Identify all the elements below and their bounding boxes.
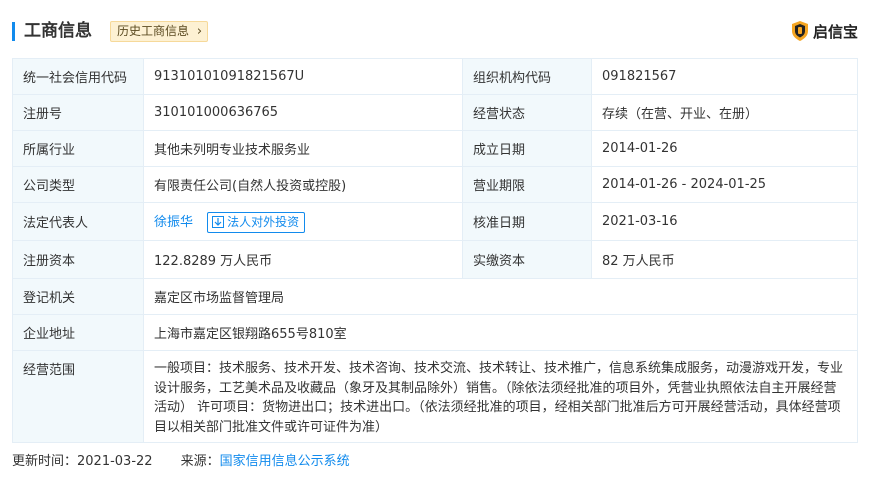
approval-date-label: 核准日期 (462, 202, 592, 241)
paid-capital-value: 82 万人民币 (591, 240, 858, 279)
org-code-value: 091821567 (591, 58, 858, 95)
table-row: 所属行业 其他未列明专业技术服务业 成立日期 2014-01-26 (12, 130, 858, 167)
table-row: 注册资本 122.8289 万人民币 实缴资本 82 万人民币 (12, 240, 858, 279)
paid-capital-label: 实缴资本 (462, 240, 592, 279)
shield-logo-icon (791, 21, 808, 41)
reg-number-label: 注册号 (12, 94, 144, 131)
history-info-button[interactable]: 历史工商信息 › (110, 21, 209, 42)
industry-label: 所属行业 (12, 130, 144, 167)
section-header: 工商信息 历史工商信息 › 启信宝 (12, 18, 858, 46)
operating-status-value: 存续（在营、开业、在册） (591, 94, 858, 131)
company-type-value: 有限责任公司(自然人投资或控股) (143, 166, 463, 203)
address-value: 上海市嘉定区银翔路655号810室 (143, 314, 858, 351)
table-row: 企业地址 上海市嘉定区银翔路655号810室 (12, 314, 858, 351)
company-type-label: 公司类型 (12, 166, 144, 203)
business-scope-label: 经营范围 (12, 350, 144, 443)
business-term-label: 营业期限 (462, 166, 592, 203)
table-row: 登记机关 嘉定区市场监督管理局 (12, 278, 858, 315)
brand-name: 启信宝 (812, 22, 858, 41)
updated-label: 更新时间： (12, 454, 78, 469)
legal-rep-link[interactable]: 徐振华 (154, 215, 193, 230)
table-row: 法定代表人 徐振华 法人对外投资 核准日期 2021-03-16 (12, 202, 858, 241)
founded-date-label: 成立日期 (462, 130, 592, 167)
source-link[interactable]: 国家信用信息公示系统 (220, 454, 350, 469)
operating-status-label: 经营状态 (462, 94, 592, 131)
industry-value: 其他未列明专业技术服务业 (143, 130, 463, 167)
founded-date-value: 2014-01-26 (591, 130, 858, 167)
approval-date-value: 2021-03-16 (591, 202, 858, 241)
business-info-table: 统一社会信用代码 91310101091821567U 组织机构代码 09182… (12, 58, 858, 443)
updated-value: 2021-03-22 (77, 454, 153, 469)
title-accent-bar (12, 22, 15, 41)
brand-logo: 启信宝 (791, 19, 858, 43)
investment-icon (212, 215, 225, 228)
registration-authority-label: 登记机关 (12, 278, 144, 315)
credit-code-label: 统一社会信用代码 (12, 58, 144, 95)
registration-authority-value: 嘉定区市场监督管理局 (143, 278, 858, 315)
table-row: 经营范围 一般项目：技术服务、技术开发、技术咨询、技术交流、技术转让、技术推广，… (12, 350, 858, 443)
reg-capital-value: 122.8289 万人民币 (143, 240, 463, 279)
footer-meta: 更新时间：2021-03-22 来源：国家信用信息公示系统 (12, 452, 350, 472)
section-title: 工商信息 (24, 21, 92, 41)
legal-rep-investment-button[interactable]: 法人对外投资 (207, 211, 306, 233)
history-info-label: 历史工商信息 (117, 24, 190, 38)
table-row: 公司类型 有限责任公司(自然人投资或控股) 营业期限 2014-01-26 - … (12, 166, 858, 203)
org-code-label: 组织机构代码 (462, 58, 592, 95)
credit-code-value: 91310101091821567U (143, 58, 463, 95)
business-scope-value: 一般项目：技术服务、技术开发、技术咨询、技术交流、技术转让、技术推广，信息系统集… (154, 361, 844, 435)
address-label: 企业地址 (12, 314, 144, 351)
reg-number-value: 310101000636765 (143, 94, 463, 131)
business-scope-cell: 一般项目：技术服务、技术开发、技术咨询、技术交流、技术转让、技术推广，信息系统集… (143, 350, 858, 443)
business-term-value: 2014-01-26 - 2024-01-25 (591, 166, 858, 203)
reg-capital-label: 注册资本 (12, 240, 144, 279)
chevron-right-icon: › (196, 24, 203, 39)
investment-button-label: 法人对外投资 (227, 214, 300, 229)
table-row: 注册号 310101000636765 经营状态 存续（在营、开业、在册） (12, 94, 858, 131)
table-row: 统一社会信用代码 91310101091821567U 组织机构代码 09182… (12, 58, 858, 95)
source-label: 来源： (180, 454, 220, 469)
legal-rep-cell: 徐振华 法人对外投资 (143, 202, 463, 241)
legal-rep-label: 法定代表人 (12, 202, 144, 241)
